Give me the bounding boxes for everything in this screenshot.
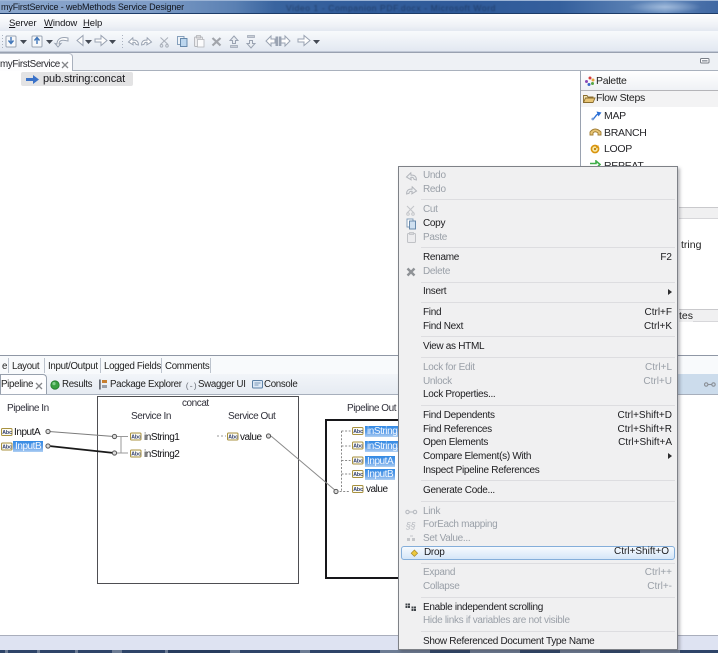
svg-text:(-): (-): [185, 383, 197, 391]
svg-text:§§: §§: [405, 521, 416, 531]
